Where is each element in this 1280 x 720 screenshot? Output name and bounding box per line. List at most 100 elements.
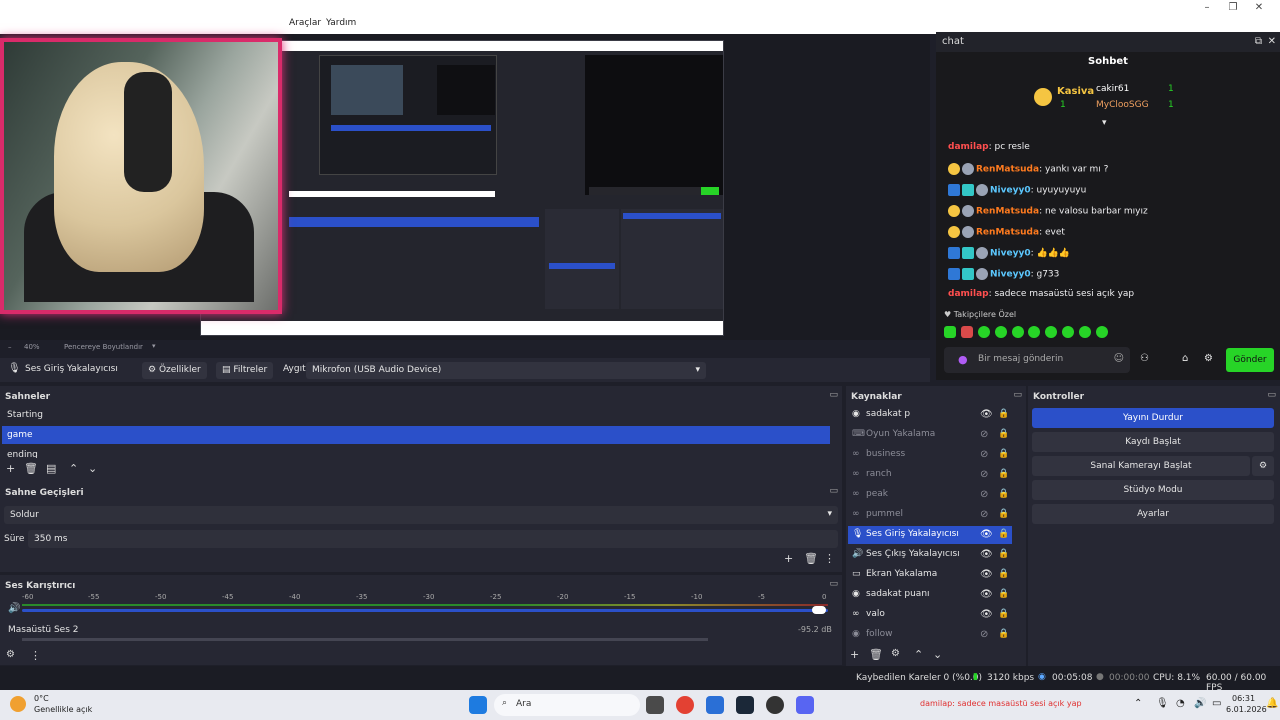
speaker-icon[interactable]: 🔊	[1194, 698, 1206, 709]
studio-mode-button[interactable]: Stüdyo Modu	[1032, 480, 1274, 500]
eye-off-icon[interactable]: ⊘	[980, 429, 988, 440]
chat-input[interactable]: ● Bir mesaj gönderin ☺	[944, 347, 1130, 373]
tray-expand-icon[interactable]: ⌃	[1134, 698, 1142, 709]
discord-icon[interactable]	[796, 696, 814, 714]
eye-icon[interactable]: 👁	[980, 409, 993, 420]
start-recording-button[interactable]: Kaydı Başlat	[1032, 432, 1274, 452]
lock-icon[interactable]: 🔒	[998, 549, 1009, 559]
close-icon[interactable]: ✕	[1268, 36, 1276, 47]
chevron-down-icon[interactable]: ▾	[1102, 118, 1107, 128]
source-item[interactable]: ⌨ Oyun Yakalama ⊘ 🔒	[848, 426, 1012, 444]
lock-icon[interactable]: 🔒	[998, 489, 1009, 499]
scene-item[interactable]: ending	[2, 446, 830, 458]
obs-icon[interactable]	[766, 696, 784, 714]
more-icon[interactable]: ⋮	[824, 552, 835, 565]
chat-user[interactable]: damilap	[948, 289, 989, 299]
start-virtual-camera-button[interactable]: Sanal Kamerayı Başlat	[1032, 456, 1250, 476]
emote-icon[interactable]	[1062, 326, 1075, 338]
close-icon[interactable]: ✕	[1246, 2, 1272, 13]
dock-menu-icon[interactable]: ▭	[1013, 390, 1022, 400]
chrome-icon[interactable]	[676, 696, 694, 714]
emote-icon[interactable]	[1095, 326, 1108, 338]
minimize-icon[interactable]: –	[1194, 2, 1220, 13]
lock-icon[interactable]: 🔒	[998, 449, 1009, 459]
eye-icon[interactable]: 👁	[980, 589, 993, 600]
chat-user[interactable]: Niveyy0	[990, 270, 1031, 280]
source-item[interactable]: ∞ business ⊘ 🔒	[848, 446, 1012, 464]
weather-icon[interactable]	[10, 696, 26, 712]
scene-item[interactable]: Starting	[2, 406, 830, 424]
steam-icon[interactable]	[736, 696, 754, 714]
clock-date[interactable]: 6.01.2026	[1226, 705, 1267, 714]
lock-icon[interactable]: 🔒	[998, 589, 1009, 599]
menu-help[interactable]: Yardım	[326, 18, 356, 28]
emote-icon[interactable]	[944, 326, 956, 338]
settings-button[interactable]: Ayarlar	[1032, 504, 1274, 524]
move-down-icon[interactable]: ⌄	[88, 462, 97, 475]
lock-icon[interactable]: 🔒	[998, 569, 1009, 579]
virtual-camera-settings-icon[interactable]: ⚙	[1252, 456, 1274, 476]
eye-off-icon[interactable]: ⊘	[980, 469, 988, 480]
undock-icon[interactable]: ⧉	[1255, 36, 1262, 47]
lock-icon[interactable]: 🔒	[998, 409, 1009, 419]
eye-off-icon[interactable]: ⊘	[980, 509, 988, 520]
emote-icon[interactable]	[1028, 326, 1041, 338]
gear-icon[interactable]: ⚙	[891, 648, 900, 659]
volume-slider-handle[interactable]	[812, 606, 826, 614]
wifi-icon[interactable]: ◔	[1176, 698, 1185, 709]
trash-icon[interactable]: 🗑	[869, 648, 883, 661]
lock-icon[interactable]: 🔒	[998, 529, 1009, 539]
filters-button[interactable]: ▤ Filtreler	[216, 362, 274, 379]
eye-icon[interactable]: 👁	[980, 549, 993, 560]
dock-menu-icon[interactable]: ▭	[829, 390, 838, 400]
emote-icon[interactable]	[977, 326, 990, 338]
emote-icon[interactable]	[1079, 326, 1091, 338]
eye-off-icon[interactable]: ⊘	[980, 489, 988, 500]
clock-time[interactable]: 06:31	[1232, 694, 1255, 703]
chat-user[interactable]: Niveyy0	[990, 249, 1031, 259]
source-item[interactable]: 🔊 Ses Çıkış Yakalayıcısı 👁 🔒	[848, 546, 1012, 564]
source-item[interactable]: ◉ follow ⊘ 🔒	[848, 626, 1012, 644]
send-button[interactable]: Gönder	[1226, 348, 1274, 372]
microphone-icon[interactable]: 🎙	[1156, 698, 1169, 709]
source-item[interactable]: ∞ ranch ⊘ 🔒	[848, 466, 1012, 484]
chat-user[interactable]: Niveyy0	[990, 186, 1031, 196]
source-item[interactable]: ◉ sadakat p 👁 🔒	[848, 406, 1012, 424]
more-icon[interactable]: ⋮	[30, 649, 41, 662]
mixer-settings-icon[interactable]: ⚙	[6, 649, 15, 660]
add-icon[interactable]: +	[6, 462, 15, 475]
resize-to-window[interactable]: Pencereye Boyutlandır	[64, 343, 143, 351]
dock-menu-icon[interactable]: ▭	[829, 486, 838, 496]
gear-icon[interactable]: ⚙	[1204, 353, 1213, 364]
speaker-icon[interactable]: 🔊	[8, 603, 20, 614]
lock-icon[interactable]: 🔒	[998, 609, 1009, 619]
stop-stream-button[interactable]: Yayını Durdur	[1032, 408, 1274, 428]
maximize-icon[interactable]: ❐	[1220, 2, 1246, 13]
chat-user[interactable]: damilap	[948, 142, 989, 152]
preview-canvas[interactable]	[0, 34, 930, 340]
notification-icon[interactable]: 🔔	[1266, 698, 1278, 709]
emoji-icon[interactable]: ☺	[1114, 353, 1124, 364]
source-item[interactable]: ◉ sadakat puanı 👁 🔒	[848, 586, 1012, 604]
chat-user[interactable]: RenMatsuda	[976, 165, 1039, 175]
source-item[interactable]: ∞ peak ⊘ 🔒	[848, 486, 1012, 504]
lock-icon[interactable]: 🔒	[998, 629, 1009, 639]
trash-icon[interactable]: 🗑	[804, 552, 818, 565]
eye-icon[interactable]: 👁	[980, 529, 993, 540]
chat-user[interactable]: RenMatsuda	[976, 228, 1039, 238]
move-up-icon[interactable]: ⌃	[914, 648, 923, 661]
zoom-minus-icon[interactable]: –	[8, 343, 12, 351]
source-item[interactable]: ▭ Ekran Yakalama 👁 🔒	[848, 566, 1012, 584]
lock-icon[interactable]: 🔒	[998, 469, 1009, 479]
eye-off-icon[interactable]: ⊘	[980, 629, 988, 640]
scene-item-selected[interactable]: game	[2, 426, 830, 444]
add-icon[interactable]: +	[784, 552, 793, 565]
lock-icon[interactable]: 🔒	[998, 429, 1009, 439]
lock-icon[interactable]: 🔒	[998, 509, 1009, 519]
move-up-icon[interactable]: ⌃	[69, 462, 78, 475]
add-icon[interactable]: +	[850, 648, 859, 661]
transition-select[interactable]: Soldur ▾	[4, 506, 838, 524]
emote-icon[interactable]	[960, 326, 973, 338]
users-icon[interactable]: ⚇	[1140, 353, 1149, 364]
filter-icon[interactable]: ▤	[46, 462, 56, 475]
